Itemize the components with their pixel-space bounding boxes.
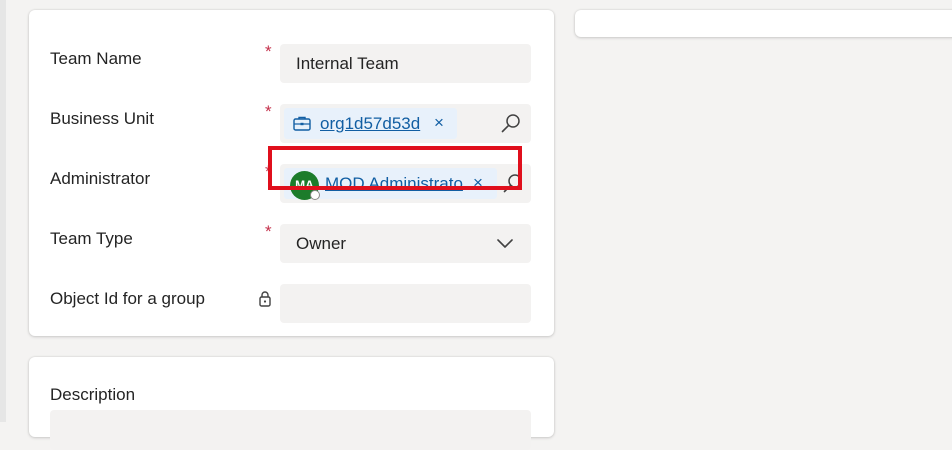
administrator-link[interactable]: MOD Administrato	[325, 174, 466, 194]
administrator-tag: MA MOD Administrato ×	[284, 168, 497, 200]
description-card: Description	[29, 357, 554, 450]
object-id-input	[280, 284, 531, 323]
required-marker: *	[265, 102, 272, 121]
business-unit-label: Business Unit	[50, 109, 154, 128]
object-id-row: Object Id for a group	[29, 280, 554, 323]
remove-administrator-button[interactable]: ×	[473, 173, 483, 193]
team-type-select[interactable]: Owner	[280, 224, 531, 263]
required-marker: *	[265, 162, 272, 181]
description-label: Description	[50, 385, 136, 404]
required-marker: *	[265, 42, 272, 61]
remove-business-unit-button[interactable]: ×	[434, 113, 444, 133]
business-unit-link[interactable]: org1d57d53d	[320, 114, 430, 134]
team-type-value: Owner	[296, 234, 347, 253]
team-name-label: Team Name	[50, 49, 142, 68]
search-icon[interactable]	[500, 113, 522, 135]
business-unit-row: Business Unit * org1d57d53d ×	[29, 100, 554, 143]
team-name-value: Internal Team	[296, 54, 399, 73]
object-id-label: Object Id for a group	[50, 289, 205, 308]
team-name-row: Team Name * Internal Team	[29, 40, 554, 83]
chevron-down-icon	[497, 239, 513, 248]
required-marker: *	[265, 222, 272, 241]
administrator-row: Administrator * MA MOD Administrato ×	[29, 160, 554, 203]
team-name-input[interactable]: Internal Team	[280, 44, 531, 83]
administrator-label: Administrator	[50, 169, 151, 188]
team-form-card: Team Name * Internal Team Business Unit …	[29, 10, 554, 336]
team-type-row: Team Type * Owner	[29, 220, 554, 263]
left-rail	[0, 0, 6, 422]
side-panel-card	[575, 10, 952, 37]
business-unit-tag: org1d57d53d ×	[284, 108, 457, 139]
administrator-lookup[interactable]: MA MOD Administrato ×	[280, 164, 531, 203]
briefcase-icon	[293, 116, 311, 131]
lock-icon	[259, 291, 271, 307]
presence-status-icon	[310, 190, 320, 200]
team-type-label: Team Type	[50, 229, 133, 248]
business-unit-lookup[interactable]: org1d57d53d ×	[280, 104, 531, 143]
search-icon[interactable]	[502, 173, 524, 195]
description-input[interactable]	[50, 410, 531, 450]
